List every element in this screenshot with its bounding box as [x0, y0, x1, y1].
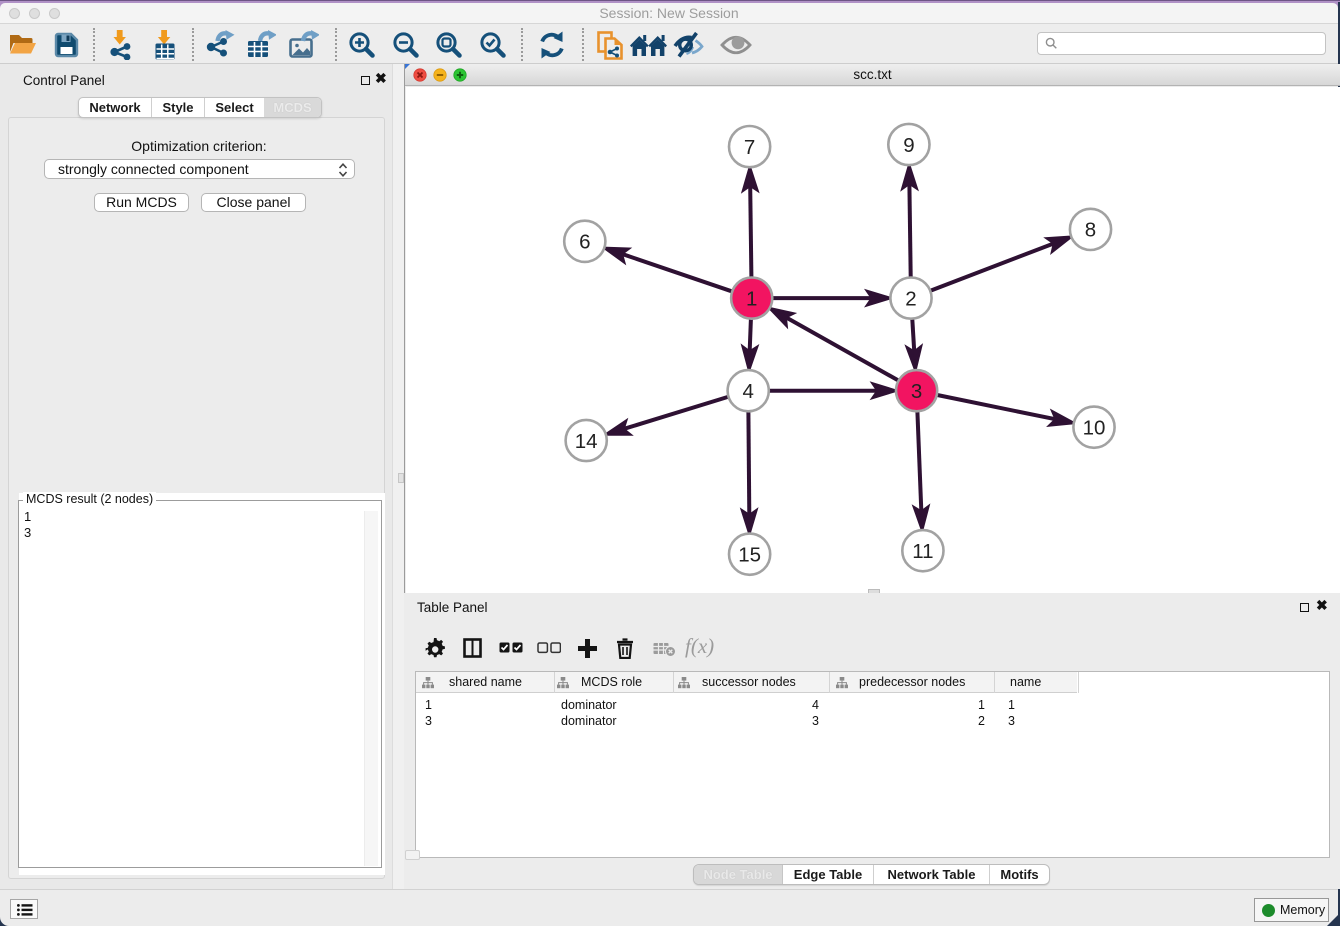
- svg-text:8: 8: [1085, 219, 1096, 242]
- svg-text:9: 9: [903, 134, 914, 157]
- svg-text:1: 1: [746, 287, 757, 310]
- svg-text:14: 14: [575, 430, 598, 453]
- svg-text:15: 15: [738, 544, 761, 567]
- svg-text:2: 2: [905, 287, 916, 310]
- svg-text:11: 11: [912, 540, 933, 563]
- svg-text:6: 6: [579, 231, 590, 254]
- svg-text:4: 4: [742, 380, 753, 403]
- svg-text:3: 3: [911, 380, 922, 403]
- svg-text:10: 10: [1083, 417, 1106, 440]
- svg-text:7: 7: [744, 136, 755, 159]
